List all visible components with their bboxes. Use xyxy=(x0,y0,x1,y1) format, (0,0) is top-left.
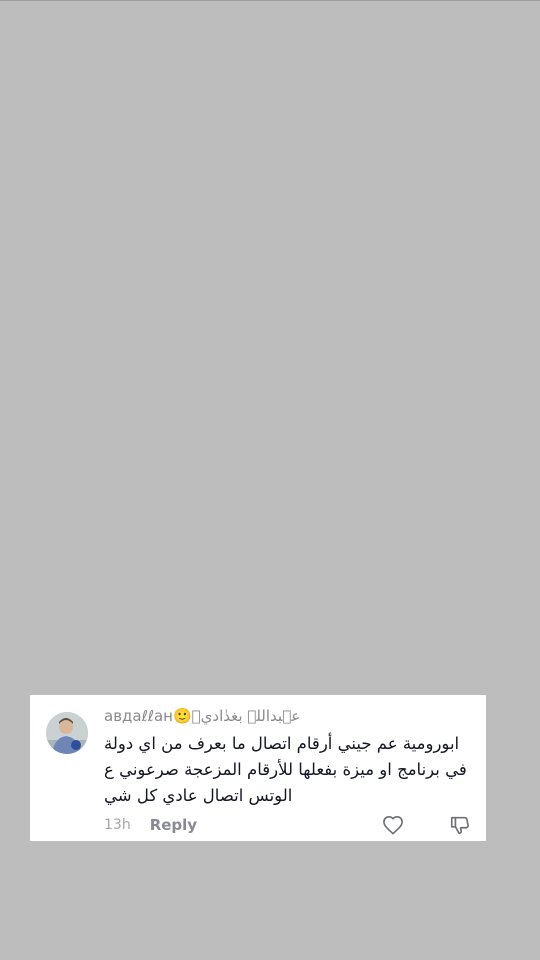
comment-timestamp: 13h xyxy=(104,817,131,833)
comment-card: aвдaℓℓaн🙂عٖبداللہ بغدٰاديٖ ابورومية عم ج… xyxy=(30,695,486,841)
heart-outline-icon xyxy=(383,816,403,835)
comment-text: ابورومية عم جيني أرقام اتصال ما بعرف من … xyxy=(104,734,467,805)
dislike-button[interactable] xyxy=(449,814,471,836)
like-button[interactable] xyxy=(382,815,404,835)
reply-button[interactable]: Reply xyxy=(150,816,197,834)
comment-meta-row: 13h Reply xyxy=(104,815,197,835)
comment-username[interactable]: aвдaℓℓaн🙂عٖبداللہ بغدٰاديٖ xyxy=(104,707,300,725)
avatar[interactable] xyxy=(46,712,88,754)
top-divider xyxy=(0,0,540,1)
thumbs-down-outline-icon xyxy=(450,816,469,835)
